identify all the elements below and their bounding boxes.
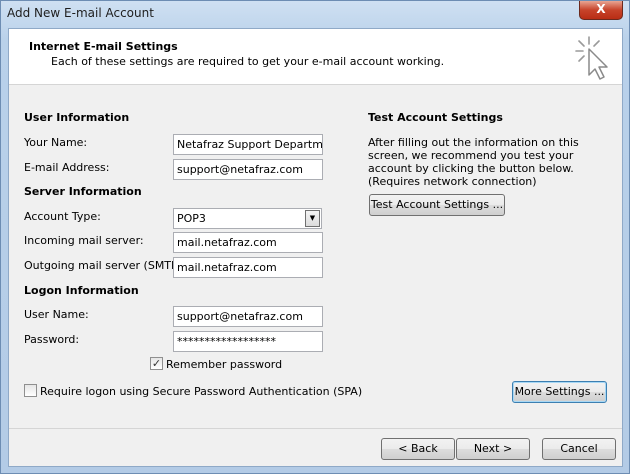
dialog-window: Add New E-mail Account X Internet E-mail… (0, 0, 630, 474)
header-title: Internet E-mail Settings (29, 40, 178, 53)
wizard-header: Internet E-mail Settings Each of these s… (9, 29, 622, 85)
user-name-label: User Name: (24, 308, 89, 321)
checkmark-icon: ✓ (151, 357, 162, 370)
next-button[interactable]: Next > (456, 438, 530, 460)
email-address-label: E-mail Address: (24, 161, 110, 174)
footer-divider (9, 428, 622, 429)
back-button[interactable]: < Back (381, 438, 455, 460)
more-settings-button[interactable]: More Settings ... (512, 381, 607, 403)
password-input[interactable]: ****************** (173, 331, 323, 352)
test-settings-heading: Test Account Settings (368, 111, 503, 124)
incoming-server-label: Incoming mail server: (24, 234, 144, 247)
account-type-select[interactable]: POP3 ▼ (173, 208, 322, 229)
cursor-click-icon (575, 36, 608, 80)
user-name-input[interactable]: support@netafraz.com (173, 306, 323, 327)
dialog-content: Internet E-mail Settings Each of these s… (8, 28, 623, 467)
title-bar: Add New E-mail Account X (1, 1, 629, 27)
header-subtitle: Each of these settings are required to g… (51, 55, 445, 68)
your-name-label: Your Name: (24, 136, 88, 149)
outgoing-server-input[interactable]: mail.netafraz.com (173, 257, 323, 278)
account-type-value: POP3 (177, 212, 206, 225)
spa-checkbox[interactable] (24, 384, 37, 397)
user-info-heading: User Information (24, 111, 130, 124)
your-name-input[interactable]: Netafraz Support Department (173, 134, 323, 155)
incoming-server-input[interactable]: mail.netafraz.com (173, 232, 323, 253)
outgoing-server-label: Outgoing mail server (SMTP): (24, 259, 186, 272)
close-button[interactable]: X (579, 1, 623, 20)
cancel-button[interactable]: Cancel (542, 438, 616, 460)
remember-password-checkbox[interactable]: ✓ (150, 357, 163, 370)
test-account-settings-button[interactable]: Test Account Settings ... (369, 194, 505, 216)
chevron-down-icon[interactable]: ▼ (305, 210, 320, 227)
test-settings-description: After filling out the information on thi… (368, 136, 579, 188)
password-label: Password: (24, 333, 80, 346)
close-icon: X (596, 2, 606, 16)
account-type-label: Account Type: (24, 210, 101, 223)
email-address-input[interactable]: support@netafraz.com (173, 159, 323, 180)
logon-info-heading: Logon Information (24, 284, 139, 297)
window-title: Add New E-mail Account (7, 6, 154, 20)
remember-password-label[interactable]: Remember password (166, 358, 282, 371)
spa-label[interactable]: Require logon using Secure Password Auth… (40, 385, 362, 398)
server-info-heading: Server Information (24, 185, 142, 198)
